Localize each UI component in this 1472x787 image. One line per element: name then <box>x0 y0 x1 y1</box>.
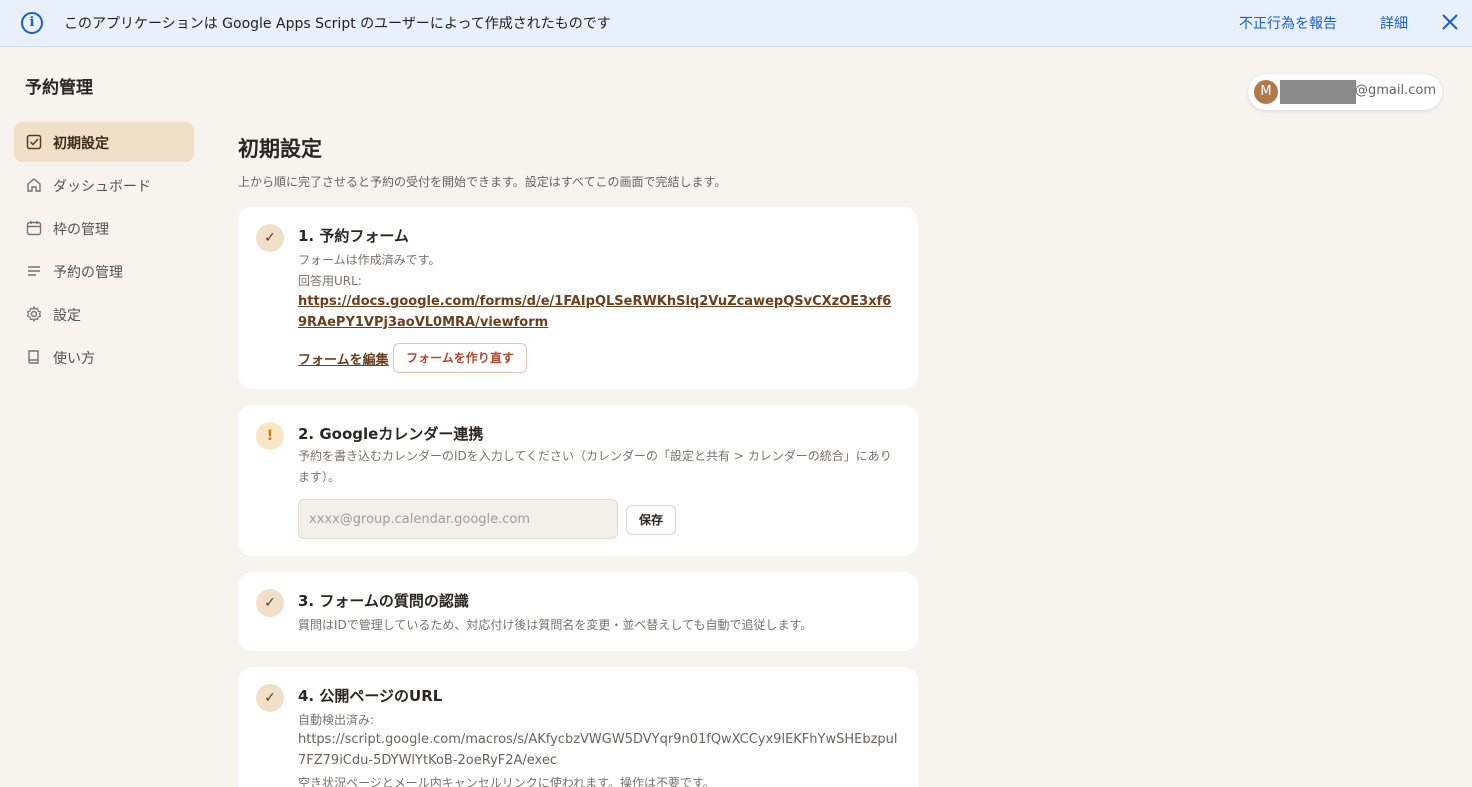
avatar: M <box>1254 80 1278 104</box>
step-card-calendar: ! 2. Googleカレンダー連携 予約を書き込むカレンダーのIDを入力してく… <box>238 405 918 556</box>
sidebar-item-label: 枠の管理 <box>53 222 109 238</box>
info-icon: i <box>21 12 43 34</box>
sidebar-item-initial-setup[interactable]: 初期設定 <box>14 122 194 162</box>
check-icon: ✓ <box>256 224 284 252</box>
response-url-link[interactable]: https://docs.google.com/forms/d/e/1FAIpQ… <box>298 291 898 333</box>
warning-icon: ! <box>256 422 284 450</box>
close-icon[interactable] <box>1440 10 1460 34</box>
recreate-form-button[interactable]: フォームを作り直す <box>393 343 527 373</box>
sidebar-item-settings[interactable]: 設定 <box>14 294 194 334</box>
checkbox-icon <box>26 134 42 150</box>
step-note: 空き状況ページとメール内キャンセルリンクに使われます。操作は不要です。 <box>298 776 715 787</box>
step-card-form: ✓ 1. 予約フォーム フォームは作成済みです。 回答用URL: https:/… <box>238 207 918 389</box>
response-url-label: 回答用URL: <box>298 274 362 288</box>
step-title: 1. 予約フォーム <box>298 227 409 245</box>
book-icon <box>26 349 42 365</box>
edit-form-link[interactable]: フォームを編集 <box>298 349 389 368</box>
step-title: 2. Googleカレンダー連携 <box>298 425 484 443</box>
calendar-icon <box>26 220 42 236</box>
sidebar-item-dashboard[interactable]: ダッシュボード <box>14 165 194 205</box>
step-card-public-url: ✓ 4. 公開ページのURL 自動検出済み: https://script.go… <box>238 667 918 787</box>
check-icon: ✓ <box>256 684 284 712</box>
save-button[interactable]: 保存 <box>626 505 676 535</box>
public-url-text: https://script.google.com/macros/s/AKfyc… <box>298 732 898 768</box>
page-subtitle: 上から順に完了させると予約の受付を開始できます。設定はすべてこの画面で完結します… <box>238 175 727 189</box>
sidebar-item-label: 使い方 <box>53 351 95 367</box>
sidebar-item-label: 設定 <box>53 308 81 324</box>
report-abuse-link[interactable]: 不正行為を報告 <box>1239 13 1337 33</box>
apps-script-banner: i このアプリケーションは Google Apps Script のユーザーによ… <box>0 0 1472 47</box>
sidebar-item-label: 初期設定 <box>53 136 109 152</box>
details-link[interactable]: 詳細 <box>1380 13 1408 33</box>
sidebar-item-how-to[interactable]: 使い方 <box>14 337 194 377</box>
page-title: 初期設定 <box>238 137 322 161</box>
step-card-questions: ✓ 3. フォームの質問の認識 質問はIDで管理しているため、対応付け後は質問名… <box>238 572 918 651</box>
check-icon: ✓ <box>256 589 284 617</box>
banner-text: このアプリケーションは Google Apps Script のユーザーによって… <box>64 16 611 32</box>
step-status-text: フォームは作成済みです。 <box>298 253 441 267</box>
calendar-id-input[interactable] <box>298 499 618 539</box>
redacted-email <box>1280 80 1356 104</box>
step-description: 質問はIDで管理しているため、対応付け後は質問名を変更・並べ替えしても自動で追従… <box>298 618 813 632</box>
account-chip[interactable]: M @gmail.com <box>1248 74 1442 110</box>
sidebar-item-label: 予約の管理 <box>53 265 123 281</box>
detected-label: 自動検出済み: <box>298 713 375 727</box>
step-title: 3. フォームの質問の認識 <box>298 592 469 610</box>
sidebar-item-slots[interactable]: 枠の管理 <box>14 208 194 248</box>
sidebar: 初期設定 ダッシュボード 枠の管理 予約の管理 設定 使い方 <box>14 122 194 380</box>
sidebar-item-reservations[interactable]: 予約の管理 <box>14 251 194 291</box>
gear-icon <box>26 306 42 322</box>
step-description: 予約を書き込むカレンダーのIDを入力してください（カレンダーの「設定と共有 > … <box>298 449 892 484</box>
sidebar-item-label: ダッシュボード <box>53 179 151 195</box>
step-title: 4. 公開ページのURL <box>298 687 443 705</box>
list-icon <box>26 263 42 279</box>
home-icon <box>26 177 42 193</box>
app-title: 予約管理 <box>25 78 93 98</box>
account-email-suffix: @gmail.com <box>1355 83 1437 98</box>
